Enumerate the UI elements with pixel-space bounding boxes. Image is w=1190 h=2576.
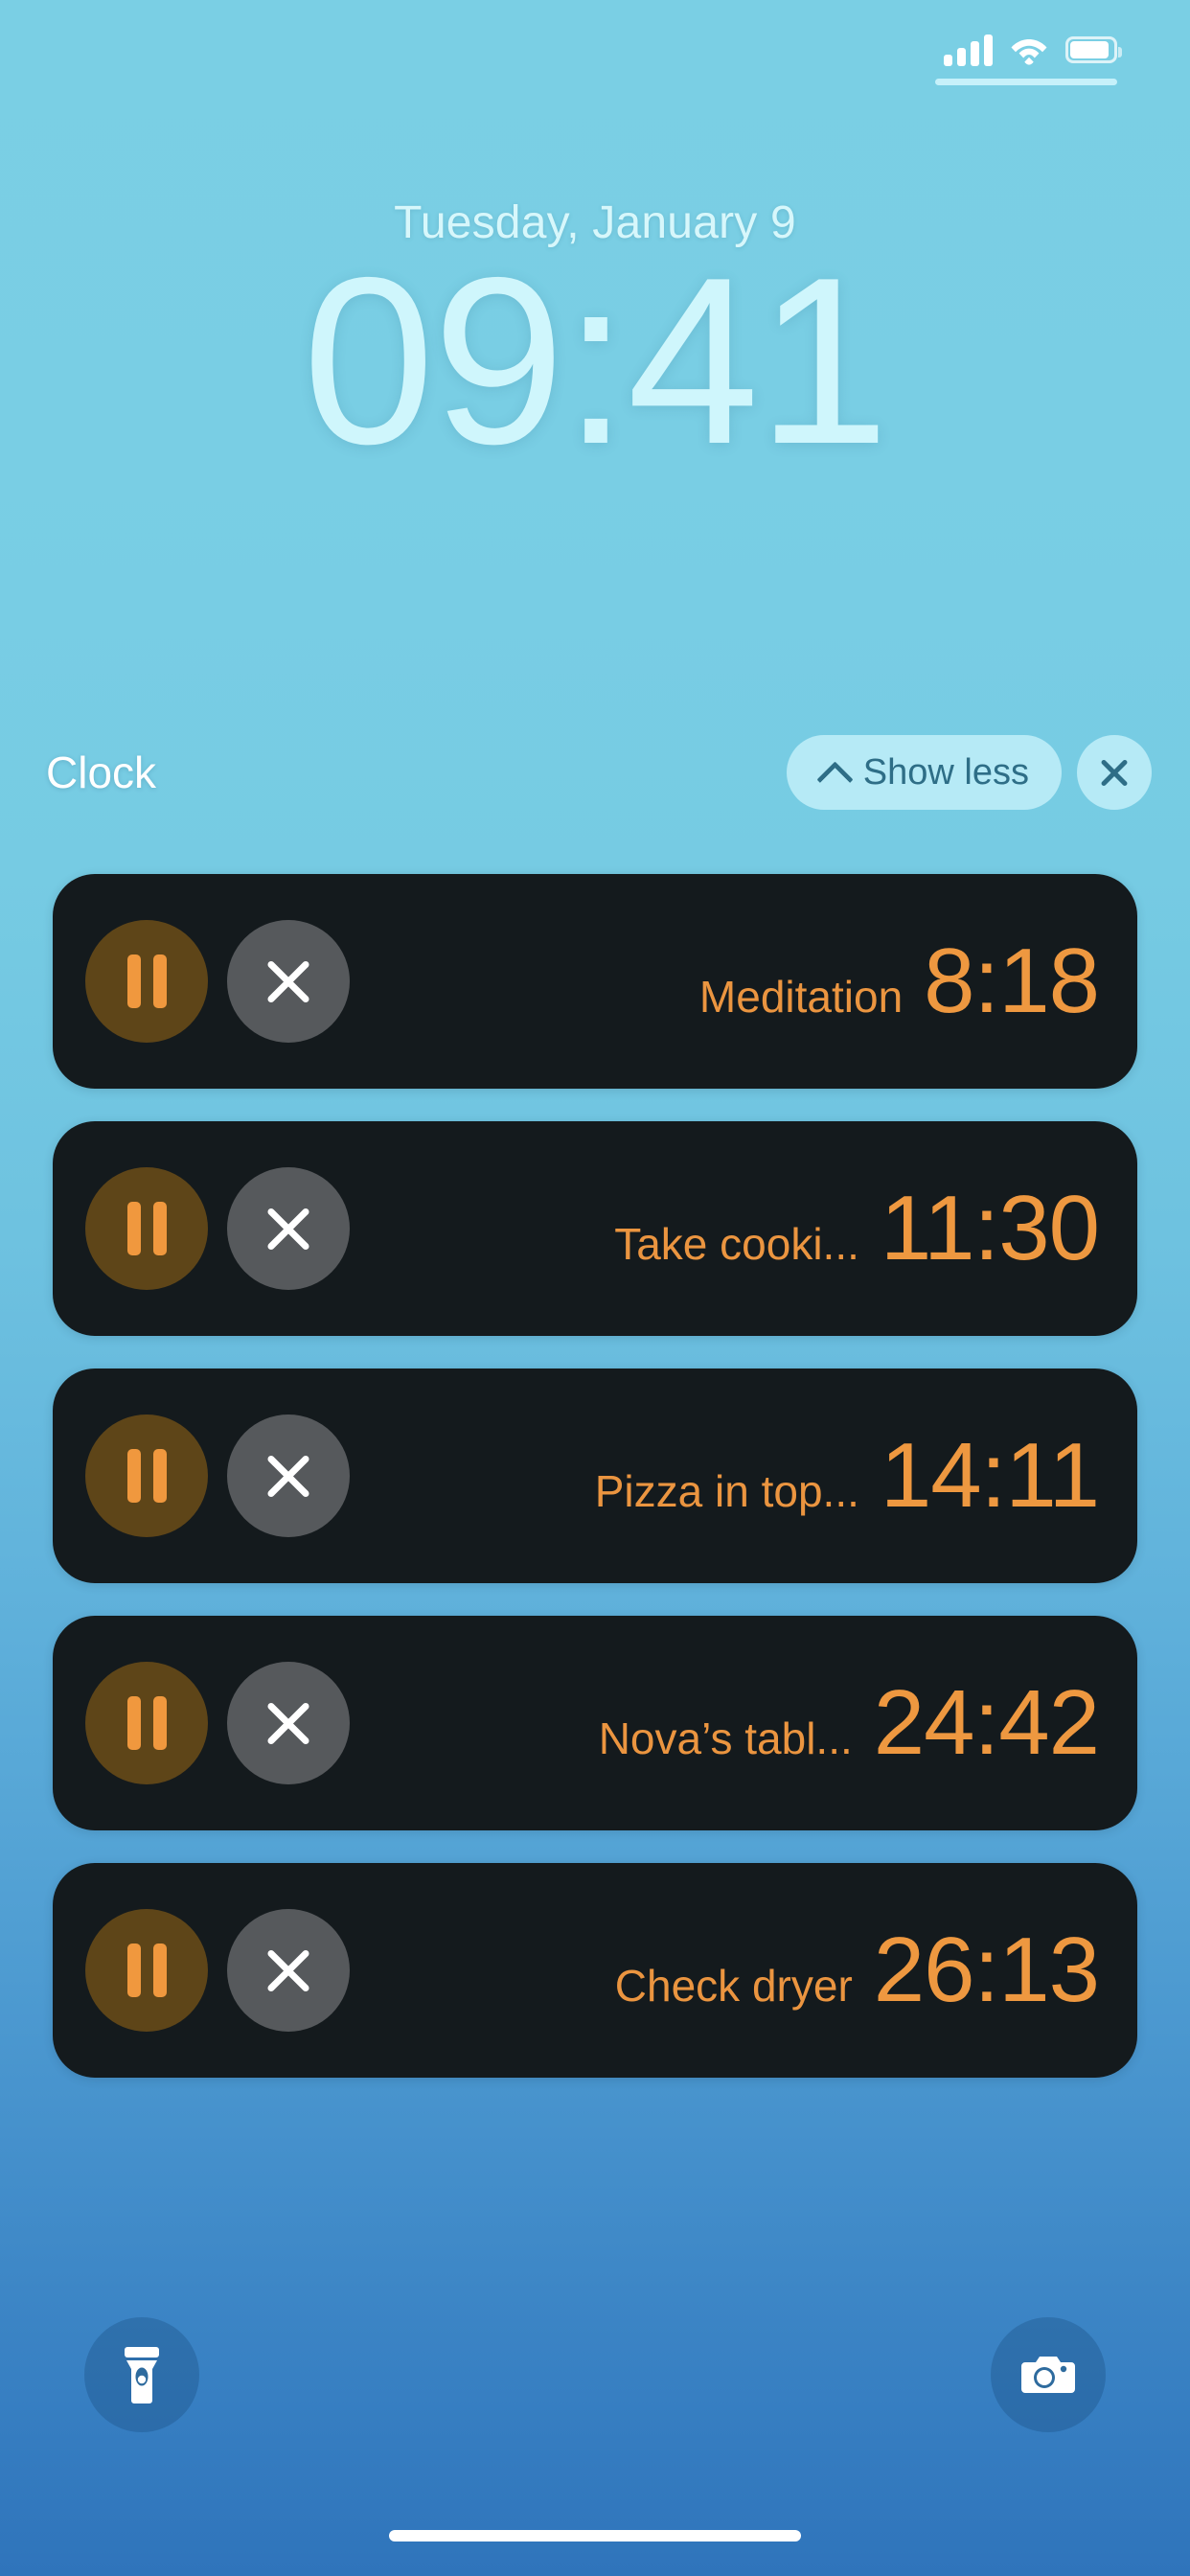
show-less-button[interactable]: Show less <box>786 735 1062 810</box>
pause-icon <box>126 954 167 1008</box>
status-bar-underline <box>935 79 1117 85</box>
timer-label: Take cooki... <box>614 1219 859 1269</box>
pause-button[interactable] <box>85 1167 208 1290</box>
timer-controls <box>85 1167 350 1290</box>
quick-actions <box>0 2317 1190 2432</box>
camera-button[interactable] <box>991 2317 1106 2432</box>
close-icon <box>261 954 316 1009</box>
close-icon <box>261 1695 316 1751</box>
timer-info: Nova’s tabl... 24:42 <box>599 1677 1099 1769</box>
widget-app-name: Clock <box>46 748 157 797</box>
dismiss-widget-button[interactable] <box>1077 735 1152 810</box>
timer-remaining: 24:42 <box>873 1677 1099 1769</box>
close-icon <box>261 1201 316 1256</box>
close-icon <box>1097 755 1132 790</box>
clock-widget-header: Clock Show less <box>0 730 1190 815</box>
timer-list: Meditation 8:18 Take cooki... 11:30 Pizz… <box>53 874 1137 2110</box>
pause-button[interactable] <box>85 920 208 1043</box>
timer-remaining: 26:13 <box>873 1924 1099 2016</box>
close-icon <box>261 1448 316 1504</box>
timer-controls <box>85 1662 350 1784</box>
pause-button[interactable] <box>85 1909 208 2032</box>
table-row[interactable]: Nova’s tabl... 24:42 <box>53 1616 1137 1830</box>
camera-icon <box>1021 2357 1075 2393</box>
pause-icon <box>126 1202 167 1255</box>
signal-bars-icon <box>944 34 993 66</box>
stop-timer-button[interactable] <box>227 1662 350 1784</box>
flashlight-button[interactable] <box>84 2317 199 2432</box>
pause-icon <box>126 1696 167 1750</box>
flashlight-icon <box>125 2347 159 2404</box>
wifi-icon <box>1010 34 1048 65</box>
table-row[interactable]: Pizza in top... 14:11 <box>53 1368 1137 1583</box>
chevron-up-icon <box>819 758 848 787</box>
show-less-label: Show less <box>862 751 1029 793</box>
timer-controls <box>85 1909 350 2032</box>
lock-screen-time: 09:41 <box>302 227 890 494</box>
stop-timer-button[interactable] <box>227 1167 350 1290</box>
table-row[interactable]: Take cooki... 11:30 <box>53 1121 1137 1336</box>
home-indicator[interactable] <box>389 2530 801 2542</box>
table-row[interactable]: Check dryer 26:13 <box>53 1863 1137 2078</box>
timer-info: Take cooki... 11:30 <box>614 1183 1099 1275</box>
battery-icon <box>1065 36 1122 63</box>
timer-label: Pizza in top... <box>594 1466 859 1516</box>
timer-info: Check dryer 26:13 <box>615 1924 1099 2016</box>
pause-button[interactable] <box>85 1414 208 1537</box>
timer-label: Check dryer <box>614 1961 853 2011</box>
timer-info: Pizza in top... 14:11 <box>595 1430 1099 1522</box>
widget-header-actions: Show less <box>786 735 1152 810</box>
timer-remaining: 11:30 <box>880 1183 1099 1275</box>
stop-timer-button[interactable] <box>227 920 350 1043</box>
stop-timer-button[interactable] <box>227 1909 350 2032</box>
timer-controls <box>85 1414 350 1537</box>
pause-icon <box>126 1944 167 1997</box>
timer-remaining: 14:11 <box>880 1430 1099 1522</box>
close-icon <box>261 1943 316 1998</box>
stop-timer-button[interactable] <box>227 1414 350 1537</box>
timer-label: Meditation <box>698 972 904 1022</box>
timer-info: Meditation 8:18 <box>699 935 1099 1027</box>
pause-icon <box>126 1449 167 1503</box>
pause-button[interactable] <box>85 1662 208 1784</box>
table-row[interactable]: Meditation 8:18 <box>53 874 1137 1089</box>
lock-screen-datetime: Tuesday, January 9 09:41 <box>0 196 1190 485</box>
timer-controls <box>85 920 350 1043</box>
timer-remaining: 8:18 <box>924 935 1099 1027</box>
timer-label: Nova’s tabl... <box>598 1714 853 1763</box>
